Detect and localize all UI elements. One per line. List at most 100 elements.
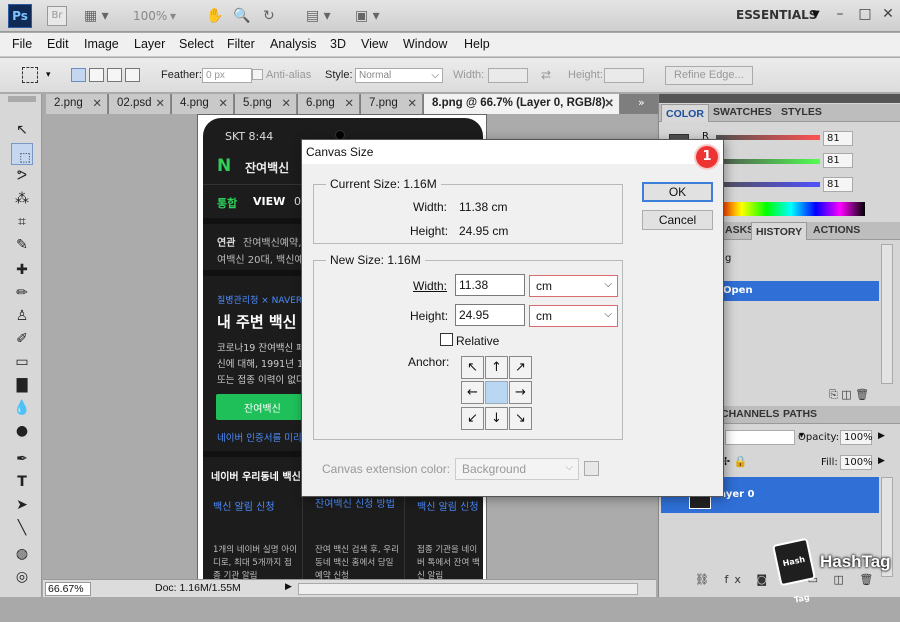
menu-select[interactable]: Select (179, 37, 214, 51)
cancel-button[interactable]: Cancel (642, 210, 713, 230)
blend-mode-select[interactable] (725, 430, 795, 445)
horizontal-scrollbar[interactable] (298, 583, 638, 595)
menu-view[interactable]: View (361, 37, 388, 51)
path-selection-icon[interactable]: ➤ (11, 495, 33, 515)
minimize-button[interactable]: – (830, 6, 850, 24)
3d-orbit-icon[interactable]: ◎ (11, 567, 33, 587)
tab-tasks[interactable]: ASKS (725, 224, 754, 236)
relative-checkbox[interactable] (440, 333, 453, 346)
close-button[interactable]: ✕ (878, 6, 898, 24)
subtract-selection-icon[interactable] (107, 68, 122, 82)
rotate-view-icon[interactable]: ↻ (263, 8, 275, 24)
crop-tool-icon[interactable]: ⌗ (11, 212, 33, 232)
tab-close-icon[interactable]: ✕ (155, 96, 165, 110)
anchor-bottom-right[interactable]: ↘ (509, 407, 532, 430)
tab-7png[interactable]: 7.png ✕ (361, 94, 423, 114)
zoom-level[interactable]: 100% (133, 9, 167, 23)
screen-mode-icon[interactable]: ▣ ▾ (355, 8, 380, 24)
tab-8png[interactable]: 8.png @ 66.7% (Layer 0, RGB/8) ✕ (424, 94, 620, 114)
width-input[interactable] (488, 68, 528, 83)
history-actions-icons[interactable]: ⎘ ◫ 🗑 (829, 388, 869, 402)
anchor-top[interactable]: ↑ (485, 356, 508, 379)
bridge-button[interactable]: Br (47, 6, 67, 26)
tab-5png[interactable]: 5.png ✕ (235, 94, 297, 114)
tab-swatches[interactable]: SWATCHES (713, 106, 772, 118)
clone-stamp-icon[interactable]: ♙ (11, 306, 33, 326)
red-value[interactable]: 81 (823, 131, 853, 146)
tab-close-icon[interactable]: ✕ (218, 96, 228, 110)
eraser-tool-icon[interactable]: ▭ (11, 352, 33, 372)
marquee-preset-icon[interactable] (22, 67, 38, 83)
anchor-bottom[interactable]: ↓ (485, 407, 508, 430)
tab-channels[interactable]: CHANNELS (721, 408, 779, 420)
anchor-left[interactable]: ← (461, 381, 484, 404)
line-tool-icon[interactable]: ╲ (11, 518, 33, 538)
move-tool-icon[interactable]: ↖ (11, 120, 33, 140)
camera-icon[interactable]: ▦ ▾ (84, 8, 109, 24)
tab-02psd[interactable]: 02.psd ✕ (109, 94, 171, 114)
history-item-open[interactable]: Open (719, 281, 879, 301)
red-slider[interactable] (716, 135, 820, 140)
lock-icons[interactable]: ✢ 🔒 (721, 455, 747, 468)
history-scrollbar[interactable] (881, 244, 893, 384)
anchor-top-left[interactable]: ↖ (461, 356, 484, 379)
panel-header-bar[interactable] (659, 94, 900, 103)
height-input[interactable]: 24.95 (455, 304, 525, 326)
tab-history[interactable]: HISTORY (751, 222, 808, 240)
zoom-tool-icon[interactable]: 🔍 (233, 8, 250, 24)
width-input[interactable]: 11.38 (455, 274, 525, 296)
tab-4png[interactable]: 4.png ✕ (172, 94, 234, 114)
tab-paths[interactable]: PATHS (783, 408, 817, 420)
blue-value[interactable]: 81 (823, 177, 853, 192)
menu-layer[interactable]: Layer (134, 37, 165, 51)
anchor-right[interactable]: → (509, 381, 532, 404)
history-brush-icon[interactable]: ✐ (11, 329, 33, 349)
eyedropper-icon[interactable]: ✎ (11, 235, 33, 255)
lasso-tool-icon[interactable]: ᕗ (11, 166, 33, 186)
tab-styles[interactable]: STYLES (781, 106, 822, 118)
fill-arrow-icon[interactable]: ▶ (878, 456, 885, 466)
gradient-tool-icon[interactable]: ▇ (11, 375, 33, 395)
green-value[interactable]: 81 (823, 153, 853, 168)
workspace-dropdown-icon[interactable]: ▼ (812, 9, 820, 20)
fill-value[interactable]: 100% (840, 455, 873, 470)
preset-dropdown-icon[interactable]: ▾ (46, 69, 51, 80)
menu-help[interactable]: Help (464, 37, 490, 51)
maximize-button[interactable]: □ (855, 6, 875, 24)
tab-close-icon[interactable]: ✕ (92, 96, 102, 110)
3d-rotate-icon[interactable]: ◍ (11, 544, 33, 564)
hand-tool-icon[interactable]: ✋ (206, 8, 223, 24)
tab-color[interactable]: COLOR (661, 104, 709, 122)
refine-edge-button[interactable]: Refine Edge... (665, 66, 753, 85)
menu-edit[interactable]: Edit (47, 37, 69, 51)
height-input[interactable] (604, 68, 644, 83)
style-select[interactable]: Normal ⌵ (355, 68, 443, 83)
menu-analysis[interactable]: Analysis (270, 37, 317, 51)
opacity-arrow-icon[interactable]: ▶ (878, 431, 885, 441)
add-selection-icon[interactable] (89, 68, 104, 82)
antialias-checkbox[interactable] (252, 69, 263, 80)
ok-button[interactable]: OK (642, 182, 713, 202)
menu-window[interactable]: Window (403, 37, 447, 51)
menu-image[interactable]: Image (84, 37, 119, 51)
menu-filter[interactable]: Filter (227, 37, 255, 51)
tab-close-icon[interactable]: ✕ (604, 96, 614, 110)
tab-2png[interactable]: 2.png ✕ (46, 94, 108, 114)
green-slider[interactable] (716, 159, 820, 164)
toolbox-grip[interactable] (8, 96, 36, 102)
anchor-bottom-left[interactable]: ↙ (461, 407, 484, 430)
anchor-center[interactable] (485, 381, 508, 404)
tab-close-icon[interactable]: ✕ (407, 96, 417, 110)
anchor-top-right[interactable]: ↗ (509, 356, 532, 379)
opacity-value[interactable]: 100% (840, 430, 873, 445)
arrange-documents-icon[interactable]: ▤ ▾ (306, 8, 331, 24)
history-item-1[interactable]: g (725, 253, 731, 264)
intersect-selection-icon[interactable] (125, 68, 140, 82)
menu-file[interactable]: File (12, 37, 32, 51)
tab-close-icon[interactable]: ✕ (344, 96, 354, 110)
blur-tool-icon[interactable]: 💧 (11, 398, 33, 418)
menu-3d[interactable]: 3D (330, 37, 346, 51)
tabs-overflow-icon[interactable]: » (638, 96, 645, 109)
tab-close-icon[interactable]: ✕ (281, 96, 291, 110)
brush-tool-icon[interactable]: ✏ (11, 283, 33, 303)
